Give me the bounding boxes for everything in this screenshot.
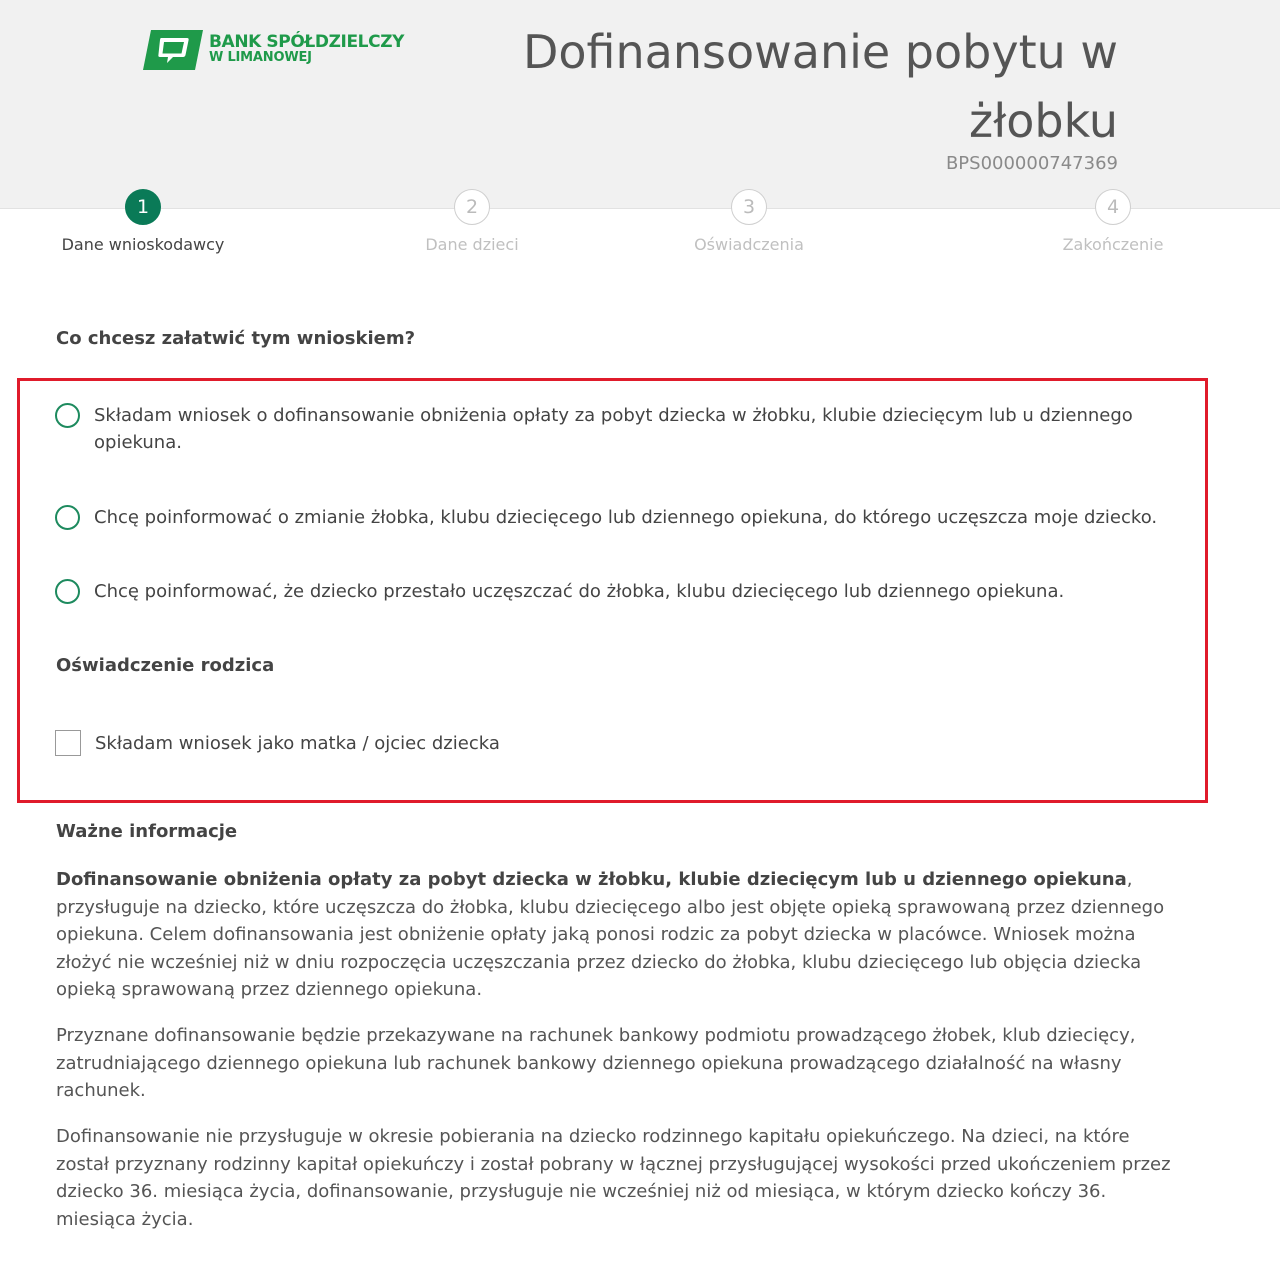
page-title: Dofinansowanie pobytu w żłobku [498, 18, 1118, 156]
radio-option-label[interactable]: Chcę poinformować o zmianie żłobka, klub… [94, 504, 1185, 531]
radio-button[interactable] [55, 505, 80, 530]
step-3: 3 Oświadczenia [649, 189, 849, 254]
radio-button[interactable] [55, 403, 80, 428]
radio-button[interactable] [55, 579, 80, 604]
form-question-heading: Co chcesz załatwić tym wnioskiem? [56, 328, 416, 349]
bank-logo-text: BANK SPÓŁDZIELCZY W LIMANOWEJ [209, 34, 404, 66]
step-1: 1 Dane wnioskodawcy [43, 189, 243, 254]
step-label: Dane dzieci [425, 235, 519, 254]
important-info-heading: Ważne informacje [56, 821, 238, 842]
radio-option-stopped-attending[interactable]: Chcę poinformować, że dziecko przestało … [55, 578, 1185, 605]
info-paragraph-1-bold: Dofinansowanie obniżenia opłaty za pobyt… [56, 869, 1127, 890]
application-reference-number: BPS000000747369 [945, 153, 1118, 174]
step-label: Dane wnioskodawcy [61, 235, 225, 254]
page-header: BANK SPÓŁDZIELCZY W LIMANOWEJ Dofinansow… [0, 0, 1280, 209]
info-paragraph-1: Dofinansowanie obniżenia opłaty za pobyt… [56, 866, 1176, 1004]
step-number: 1 [125, 189, 161, 225]
page-title-line-2: żłobku [969, 94, 1118, 148]
radio-option-apply[interactable]: Składam wniosek o dofinansowanie obniżen… [55, 402, 1185, 456]
parent-statement-checkbox-row[interactable]: Składam wniosek jako matka / ojciec dzie… [55, 730, 755, 757]
parent-statement-checkbox-label[interactable]: Składam wniosek jako matka / ojciec dzie… [95, 730, 755, 757]
step-4: 4 Zakończenie [1013, 189, 1213, 254]
info-paragraph-3: Dofinansowanie nie przysługuje w okresie… [56, 1126, 1171, 1230]
step-label: Zakończenie [1062, 235, 1164, 254]
step-2: 2 Dane dzieci [372, 189, 572, 254]
bank-logo[interactable]: BANK SPÓŁDZIELCZY W LIMANOWEJ [143, 28, 423, 74]
parent-statement-heading: Oświadczenie rodzica [56, 655, 275, 676]
radio-option-change-nursery[interactable]: Chcę poinformować o zmianie żłobka, klub… [55, 504, 1185, 531]
page-title-line-1: Dofinansowanie pobytu w [522, 25, 1118, 79]
info-paragraph-2: Przyznane dofinansowanie będzie przekazy… [56, 1025, 1136, 1101]
radio-option-label[interactable]: Chcę poinformować, że dziecko przestało … [94, 578, 1185, 605]
step-label: Oświadczenia [694, 235, 804, 254]
radio-option-label[interactable]: Składam wniosek o dofinansowanie obniżen… [94, 402, 1185, 456]
parent-statement-checkbox[interactable] [55, 730, 81, 756]
progress-stepper: 1 Dane wnioskodawcy 2 Dane dzieci 3 Oświ… [0, 189, 1280, 269]
logo-line-1: BANK SPÓŁDZIELCZY [209, 32, 405, 52]
logo-line-2: W LIMANOWEJ [209, 50, 312, 65]
bank-logo-icon [143, 30, 203, 70]
step-number: 4 [1095, 189, 1131, 225]
step-number: 2 [454, 189, 490, 225]
step-number: 3 [731, 189, 767, 225]
